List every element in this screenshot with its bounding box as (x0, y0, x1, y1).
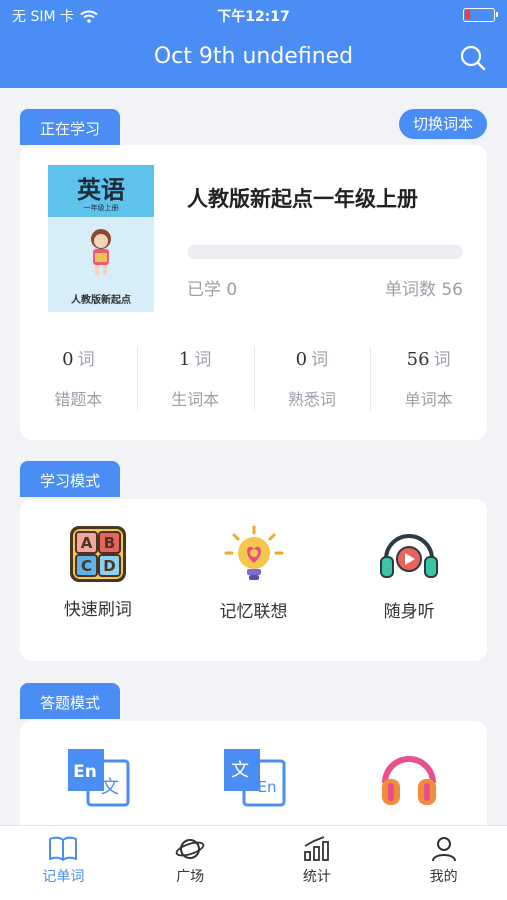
svg-text:En: En (257, 778, 276, 796)
stat-mistakes[interactable]: 0词 错题本 (20, 345, 137, 417)
page-title: Oct 9th undefined (153, 44, 354, 69)
word-count-value: 56 (441, 280, 463, 300)
header: 无 SIM 卡 下午12:17 Oct 9th undefined (0, 0, 507, 88)
stat-wordbook[interactable]: 56 词 单词本 (370, 345, 487, 417)
svg-text:En: En (73, 762, 97, 782)
tab-label: 记单词 (42, 869, 85, 885)
mode-label: 随身听 (383, 602, 435, 622)
word-count-label: 单词数 (384, 280, 436, 300)
svg-text:B: B (104, 534, 115, 552)
headphones-icon (380, 534, 439, 578)
search-icon[interactable] (459, 44, 487, 72)
abcd-blocks-icon: A B C D (69, 526, 126, 582)
stat-label: 生词本 (171, 390, 220, 409)
switch-wordbook-button[interactable]: 切换词本 (398, 109, 487, 139)
en-to-zh-icon: En 文 (67, 749, 130, 807)
mode-listen[interactable]: 随身听 (331, 499, 487, 661)
book-cover[interactable]: 英语 一年级上册 人教版新起点 (48, 165, 154, 312)
headphones-music-icon (382, 756, 437, 805)
lightbulb-icon (224, 525, 283, 580)
study-progress-bar (187, 245, 463, 259)
cover-footer: 人教版新起点 (71, 295, 131, 306)
stat-new-words[interactable]: 1词 生词本 (136, 345, 254, 417)
status-bar: 无 SIM 卡 下午12:17 (0, 0, 507, 30)
status-time: 下午12:17 (217, 9, 290, 25)
stat-familiar[interactable]: 0词 熟悉词 (253, 345, 371, 417)
word-count: 单词数 56 (385, 275, 463, 300)
svg-text:A: A (81, 534, 93, 552)
stat-value: 0 (295, 349, 308, 370)
stat-unit: 词 (77, 350, 95, 370)
book-icon (49, 836, 78, 861)
battery-icon (463, 8, 498, 22)
learned-value: 0 (226, 280, 238, 300)
tab-me[interactable]: 我的 (380, 826, 507, 900)
planet-icon (175, 839, 205, 859)
user-icon (431, 837, 456, 862)
tab-square[interactable]: 广场 (127, 826, 254, 900)
tab-stats[interactable]: 统计 (254, 826, 381, 900)
tab-bar: 记单词 广场 统计 我的 (0, 825, 507, 900)
stat-value: 1 (178, 349, 191, 370)
stat-unit: 词 (194, 350, 212, 370)
stat-value: 56 (406, 349, 430, 370)
tab-label: 统计 (302, 869, 331, 885)
svg-text:文: 文 (231, 760, 249, 781)
tab-label: 广场 (176, 869, 205, 885)
zh-to-en-icon: 文 En (223, 749, 285, 807)
mode-memory-association[interactable]: 记忆联想 (176, 499, 332, 661)
mode-label: 记忆联想 (219, 602, 288, 622)
tab-label: 我的 (429, 869, 458, 885)
cover-title: 英语 (77, 176, 125, 204)
learned-count: 已学 0 (187, 275, 237, 300)
current-book-card[interactable]: 英语 一年级上册 人教版新起点 人教版新起点一年级上册 已学 0 单词数 56 … (20, 145, 487, 440)
tab-words[interactable]: 记单词 (0, 826, 127, 900)
cover-header: 英语 一年级上册 (48, 165, 154, 217)
book-name: 人教版新起点一年级上册 (187, 187, 418, 211)
stat-value: 0 (62, 349, 74, 370)
bar-chart-icon (303, 836, 329, 861)
stat-label: 错题本 (54, 390, 103, 409)
study-modes-tag: 学习模式 (20, 461, 121, 497)
svg-text:文: 文 (101, 777, 119, 798)
girl-illustration-icon (91, 229, 111, 275)
svg-text:C: C (81, 557, 92, 575)
word-stats: 0词 错题本 1词 生词本 0词 熟悉词 56 词 单词本 (20, 345, 487, 417)
learned-label: 已学 (187, 280, 221, 300)
svg-text:D: D (103, 557, 115, 575)
answer-modes-tag: 答题模式 (20, 683, 121, 719)
study-modes-card: A B C D 快速刷词 记忆联想 随身听 (20, 499, 487, 661)
stat-unit: 词 (433, 350, 451, 370)
stat-label: 熟悉词 (287, 390, 336, 409)
current-study-tag: 正在学习 (20, 109, 121, 145)
mode-label: 快速刷词 (63, 600, 132, 620)
cover-subtitle: 一年级上册 (83, 204, 119, 212)
stat-label: 单词本 (404, 390, 453, 409)
mode-quick-review[interactable]: A B C D 快速刷词 (20, 499, 176, 661)
stat-unit: 词 (311, 350, 329, 370)
